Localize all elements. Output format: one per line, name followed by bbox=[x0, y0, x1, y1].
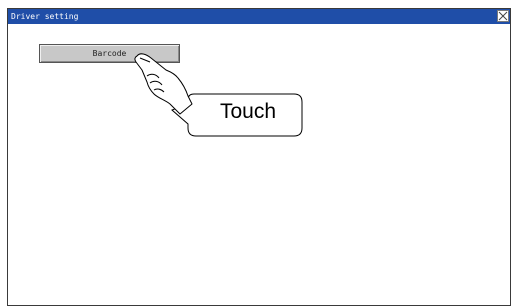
pointing-hand-icon bbox=[134, 53, 193, 115]
touch-callout-text: Touch bbox=[219, 100, 277, 123]
touch-annotation bbox=[134, 53, 303, 137]
